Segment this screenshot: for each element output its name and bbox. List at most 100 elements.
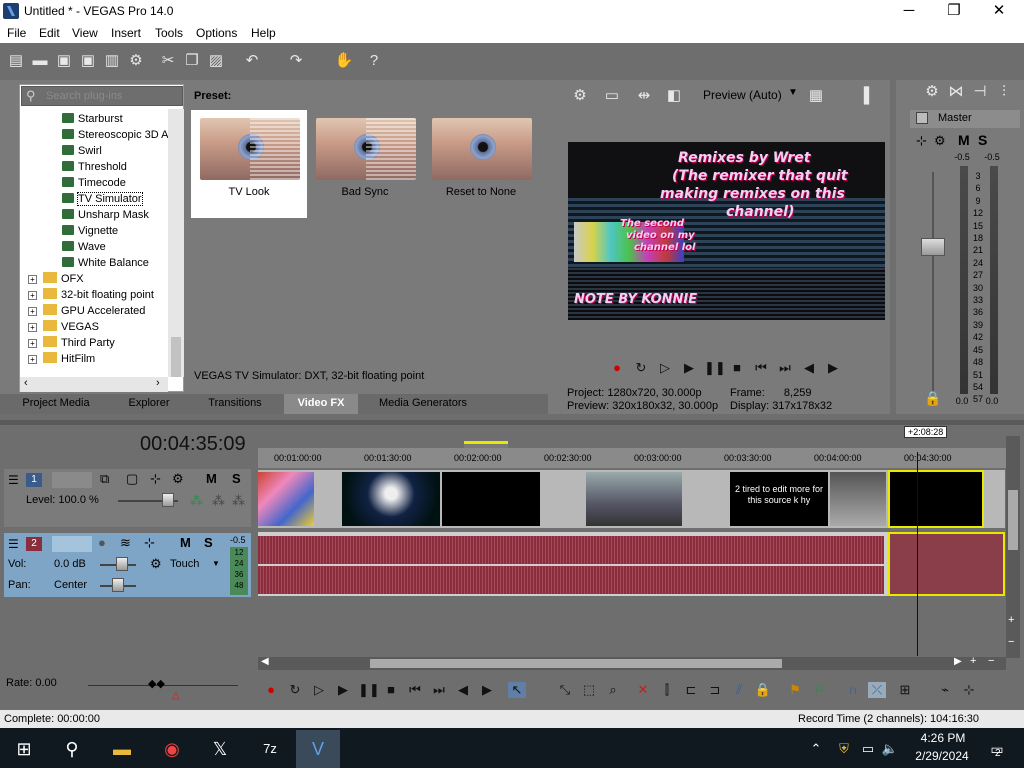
fx-item[interactable]: Starburst [20, 111, 168, 127]
play-icon[interactable]: ▶ [680, 360, 698, 376]
record-icon[interactable]: ● [608, 360, 626, 376]
preview-quality-dropdown[interactable]: Preview (Auto) [703, 88, 782, 102]
fx-item[interactable]: Stereoscopic 3D A [20, 127, 169, 143]
audio-clip-selected[interactable] [888, 532, 1005, 596]
fx-item[interactable]: Vignette [20, 223, 168, 239]
loop-playback-icon[interactable]: ↻ [632, 360, 650, 376]
folder-item[interactable]: + HitFilm [20, 351, 168, 367]
go-to-start-icon[interactable]: ⏮ [406, 682, 424, 698]
expand-icon[interactable]: + [28, 339, 37, 348]
scroll-right-icon[interactable]: ▶ [954, 656, 962, 667]
level-slider-handle[interactable] [162, 493, 174, 507]
master-fader-handle[interactable] [921, 238, 945, 256]
loop-region[interactable] [464, 441, 508, 448]
bypass-motion-blur-icon[interactable]: ▢ [126, 471, 138, 487]
previous-frame-icon[interactable]: ◀ [454, 682, 472, 698]
track-mute-button[interactable]: M [180, 535, 191, 550]
scroll-thumb[interactable] [370, 659, 782, 668]
pan-slider-handle[interactable] [112, 578, 124, 592]
expand-icon[interactable]: + [28, 275, 37, 284]
insert-marker-icon[interactable]: ⚑ [786, 682, 804, 698]
search-input[interactable]: Search plug-ins [46, 90, 122, 102]
tab-project-media[interactable]: Project Media [10, 394, 102, 414]
normal-edit-tool-icon[interactable]: ↖ [508, 682, 526, 698]
menu-view[interactable]: View [72, 26, 98, 40]
next-frame-icon[interactable]: ▶ [824, 360, 842, 376]
insert-region-icon[interactable]: ⚐ [810, 682, 828, 698]
trim-end-icon[interactable]: ⊐ [706, 682, 724, 698]
video-clip[interactable] [442, 472, 540, 526]
split-screen-icon[interactable]: ⇹ [634, 86, 654, 106]
pause-icon[interactable]: ❚❚ [704, 360, 726, 376]
external-monitor-icon[interactable]: ▭ [602, 86, 622, 106]
windows-start-icon[interactable]: ⊞ [2, 730, 46, 768]
preset-reset-to-none[interactable]: Reset to None [423, 110, 539, 218]
scroll-left-icon[interactable]: ‹ [24, 377, 28, 389]
video-clip[interactable] [586, 472, 682, 526]
tree-vertical-scrollbar[interactable] [168, 109, 184, 377]
master-fx-icon[interactable] [916, 112, 928, 124]
fx-item[interactable]: Threshold [20, 159, 168, 175]
tab-transitions[interactable]: Transitions [196, 394, 274, 414]
track-mute-button[interactable]: M [206, 471, 217, 486]
delete-icon[interactable]: ✕ [634, 682, 652, 698]
playhead-cursor[interactable] [917, 452, 918, 656]
folder-item[interactable]: +32-bit floating point [20, 287, 168, 303]
ignore-grouping-icon[interactable]: ⊹ [960, 682, 978, 698]
chevron-down-icon[interactable]: ▼ [212, 559, 220, 568]
clock-date[interactable]: 2/29/2024 [910, 749, 974, 763]
splitter[interactable] [0, 420, 1024, 425]
zoom-out-time-icon[interactable]: − [988, 655, 994, 667]
tree-horizontal-scrollbar[interactable]: ‹ › [20, 377, 168, 392]
split-icon[interactable]: ⫽ [730, 682, 748, 698]
zoom-in-time-icon[interactable]: + [970, 655, 976, 667]
expand-icon[interactable]: + [28, 323, 37, 332]
folder-item[interactable]: + OFX [20, 271, 168, 287]
vol-slider-handle[interactable] [116, 557, 128, 571]
vegas-taskbar-icon[interactable]: V [296, 730, 340, 768]
master-fx-gear-icon[interactable]: ⚙ [934, 133, 946, 149]
paste-icon[interactable]: ▨ [206, 51, 226, 71]
audio-track-lane[interactable] [258, 532, 1005, 596]
tab-media-generators[interactable]: Media Generators [366, 394, 480, 414]
new-file-icon[interactable]: ▤ [6, 51, 26, 71]
menu-file[interactable]: File [7, 26, 26, 40]
timeline-horizontal-scrollbar[interactable]: ◀ ▶ + − [258, 655, 1006, 670]
preset-bad-sync[interactable]: Bad Sync [307, 110, 423, 218]
play-icon[interactable]: ▶ [334, 682, 352, 698]
fx-item-selected[interactable]: TV Simulator [20, 191, 168, 207]
arm-for-record-icon[interactable]: ● [98, 535, 106, 550]
timeline-vertical-scrollbar[interactable]: + − [1006, 436, 1020, 658]
go-to-end-icon[interactable]: ⏭ [430, 682, 448, 698]
expand-icon[interactable]: + [28, 355, 37, 364]
scroll-thumb[interactable] [1008, 490, 1018, 550]
trim-icon[interactable]: ⫿ [658, 682, 676, 698]
help-icon[interactable]: ? [364, 51, 384, 71]
close-button[interactable]: ✕ [976, 0, 1022, 24]
master-solo-button[interactable]: S [978, 132, 987, 148]
collapse-track-icon[interactable]: ☰ [8, 537, 19, 551]
snapping-icon[interactable]: ∩ [844, 682, 862, 698]
downmix-icon[interactable]: ⋈ [946, 82, 966, 102]
search-plugins-box[interactable]: ⚲ Search plug-ins [21, 86, 183, 106]
chevron-down-icon[interactable]: ▼ [788, 87, 798, 98]
menu-help[interactable]: Help [251, 26, 276, 40]
folder-item[interactable]: + GPU Accelerated [20, 303, 168, 319]
show-hidden-icons-chevron-icon[interactable]: ⌃ [806, 730, 826, 768]
scroll-thumb[interactable] [171, 337, 181, 377]
automation-mode[interactable]: Touch [170, 558, 199, 570]
preset-tv-look[interactable]: TV Look [191, 110, 307, 218]
video-track-header[interactable]: ☰ 1 ⧉ ▢ ⊹ ⚙ M S Level: 100.0 % ⁂ ⁂ ⁂ [4, 469, 251, 527]
master-settings-gear-icon[interactable]: ⚙ [922, 82, 942, 102]
rate-slider-handle[interactable]: ◆◆ [148, 677, 165, 690]
zoom-in-icon[interactable]: + [1008, 614, 1014, 626]
undo-icon[interactable]: ↶ [242, 51, 262, 71]
lock-icon[interactable]: 🔒 [754, 682, 772, 698]
tab-explorer[interactable]: Explorer [112, 394, 186, 414]
scroll-right-icon[interactable]: › [156, 377, 160, 389]
automation-settings-icon[interactable]: ⚙ [150, 556, 162, 572]
chrome-icon[interactable]: ◉ [150, 730, 194, 768]
fx-item[interactable]: Swirl [20, 143, 168, 159]
menu-tools[interactable]: Tools [155, 26, 183, 40]
go-to-start-icon[interactable]: ⏮ [752, 360, 770, 376]
